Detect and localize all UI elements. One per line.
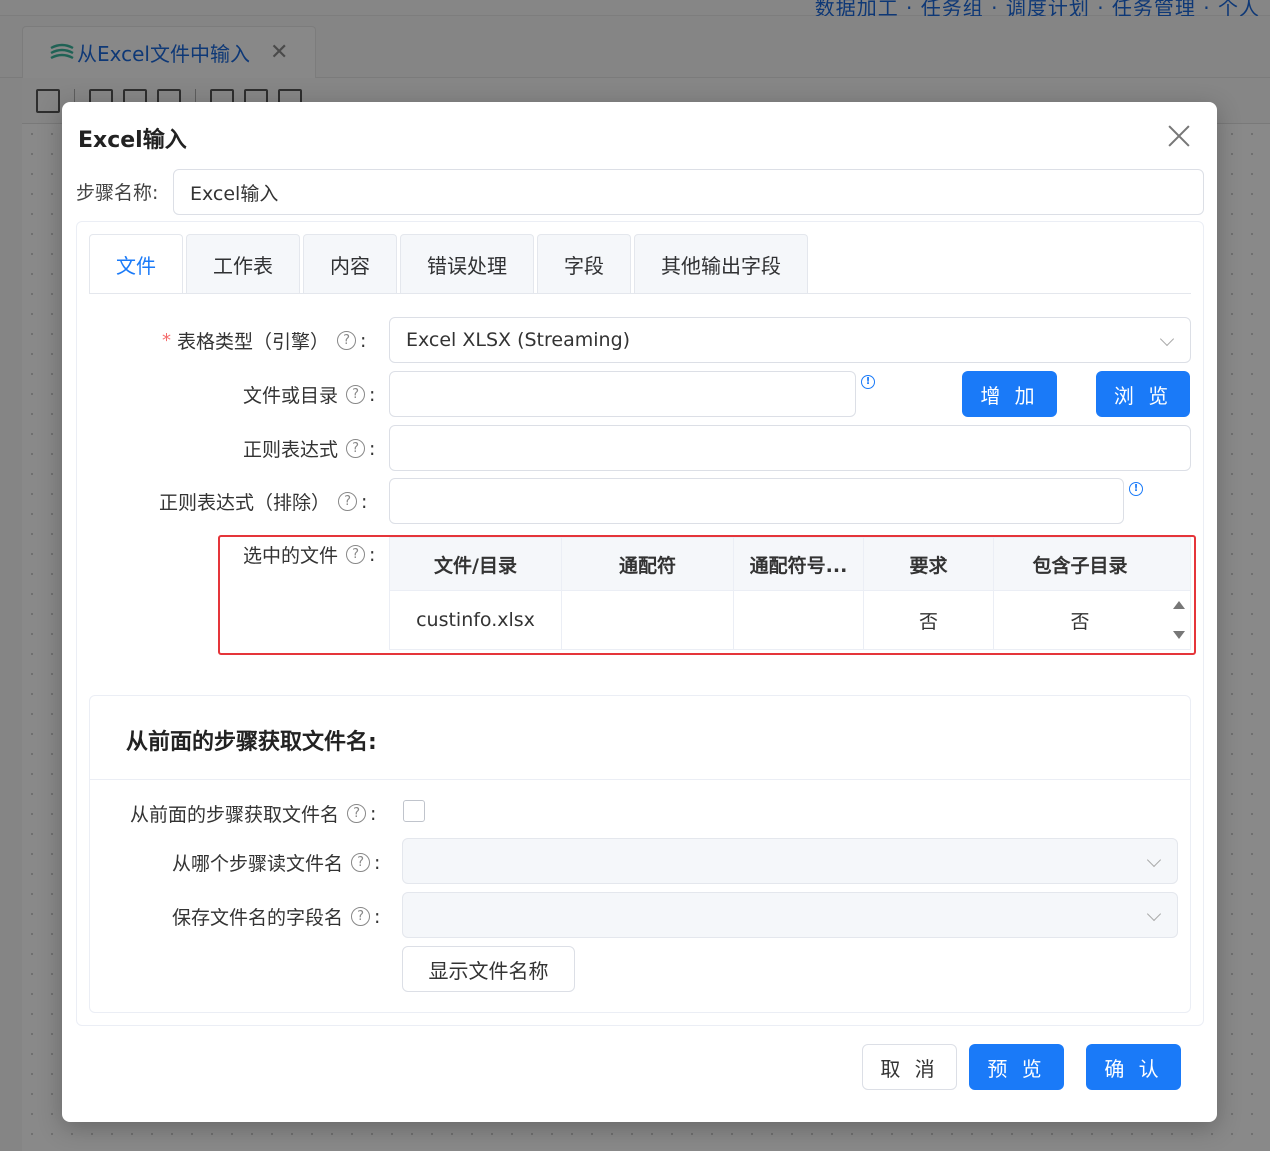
tab-file[interactable]: 文件 xyxy=(89,234,183,294)
table-cell[interactable]: 否 xyxy=(864,591,994,649)
tab-error-handling[interactable]: 错误处理 xyxy=(400,234,534,294)
label-colon: : xyxy=(360,329,367,352)
label-colon: : xyxy=(369,383,376,406)
selected-files-table: 文件/目录 通配符 通配符号... 要求 包含子目录 custinfo.xlsx… xyxy=(389,537,1191,650)
step-read-select[interactable] xyxy=(402,838,1178,884)
step-name-label: 步骤名称: xyxy=(76,182,159,204)
label-colon: : xyxy=(374,851,381,874)
scroll-down-icon[interactable] xyxy=(1173,631,1185,639)
label-colon: : xyxy=(369,543,376,566)
required-asterisk: * xyxy=(162,330,171,351)
label-colon: : xyxy=(369,437,376,460)
file-or-dir-label-row: 文件或目录 ?: xyxy=(243,381,375,408)
show-filenames-button[interactable]: 显示文件名称 xyxy=(402,946,575,992)
file-or-dir-label: 文件或目录 xyxy=(243,385,339,407)
tab-worksheet[interactable]: 工作表 xyxy=(186,234,300,294)
cancel-button[interactable]: 取 消 xyxy=(862,1044,957,1090)
add-button[interactable]: 增 加 xyxy=(962,371,1057,417)
regex-input[interactable] xyxy=(389,425,1191,471)
selected-files-label: 选中的文件 xyxy=(243,545,339,567)
prev-step-title: 从前面的步骤获取文件名: xyxy=(126,730,377,755)
accept-filenames-checkbox[interactable] xyxy=(403,800,425,822)
table-header-cell[interactable]: 文件/目录 xyxy=(390,538,562,590)
info-icon[interactable]: ! xyxy=(1129,482,1143,496)
selected-files-label-row: 选中的文件 ?: xyxy=(243,541,375,568)
regex-label: 正则表达式 xyxy=(243,439,339,461)
help-icon[interactable]: ? xyxy=(351,907,371,926)
close-icon[interactable] xyxy=(1167,124,1191,148)
dialog-title: Excel输入 xyxy=(78,128,187,153)
browse-button[interactable]: 浏 览 xyxy=(1096,371,1190,417)
table-row[interactable]: custinfo.xlsx 否 否 xyxy=(390,591,1190,649)
preview-button[interactable]: 预 览 xyxy=(969,1044,1064,1090)
regex-exclude-label: 正则表达式（排除） xyxy=(159,492,331,514)
field-name-select[interactable] xyxy=(402,892,1178,938)
help-icon[interactable]: ? xyxy=(338,492,358,511)
field-name-label-row: 保存文件名的字段名 ?: xyxy=(172,903,380,930)
table-header-cell[interactable]: 通配符号... xyxy=(734,538,864,590)
field-name-label: 保存文件名的字段名 xyxy=(172,907,344,929)
help-icon[interactable]: ? xyxy=(347,804,367,823)
label-colon: : xyxy=(374,905,381,928)
step-read-label-row: 从哪个步骤读文件名 ?: xyxy=(172,849,380,876)
regex-label-row: 正则表达式 ?: xyxy=(243,435,375,462)
step-name-input[interactable] xyxy=(173,169,1204,215)
table-cell[interactable]: custinfo.xlsx xyxy=(390,591,562,649)
table-cell[interactable]: 否 xyxy=(994,591,1166,649)
ok-button[interactable]: 确 认 xyxy=(1086,1044,1181,1090)
table-header-cell[interactable]: 通配符 xyxy=(562,538,734,590)
table-header-row: 文件/目录 通配符 通配符号... 要求 包含子目录 xyxy=(390,538,1190,591)
chevron-down-icon xyxy=(1146,852,1162,868)
regex-exclude-label-row: 正则表达式（排除） ?: xyxy=(159,488,367,515)
chevron-down-icon xyxy=(1159,331,1175,347)
excel-input-dialog: Excel输入 步骤名称: 文件 工作表 内容 错误处理 字段 其他输出字段 *… xyxy=(62,102,1217,1122)
tab-list: 文件 工作表 内容 错误处理 字段 其他输出字段 xyxy=(89,234,808,294)
step-read-label: 从哪个步骤读文件名 xyxy=(172,853,344,875)
label-colon: : xyxy=(361,490,368,513)
table-header-cell[interactable]: 包含子目录 xyxy=(994,538,1166,590)
accept-filenames-label-row: 从前面的步骤获取文件名 ?: xyxy=(130,800,376,827)
table-type-label-row: * 表格类型（引擎） ?: xyxy=(162,327,366,354)
help-icon[interactable]: ? xyxy=(346,439,366,458)
tab-content[interactable]: 内容 xyxy=(303,234,397,294)
card-divider xyxy=(90,779,1190,780)
accept-filenames-label: 从前面的步骤获取文件名 xyxy=(130,804,340,826)
help-icon[interactable]: ? xyxy=(337,331,357,350)
label-colon: : xyxy=(370,802,377,825)
table-type-select[interactable]: Excel XLSX (Streaming) xyxy=(389,317,1191,363)
tabs-divider xyxy=(89,293,1191,294)
help-icon[interactable]: ? xyxy=(346,385,366,404)
file-or-dir-input[interactable] xyxy=(389,371,856,417)
help-icon[interactable]: ? xyxy=(351,853,371,872)
tab-other-output-fields[interactable]: 其他输出字段 xyxy=(634,234,808,294)
scroll-up-icon[interactable] xyxy=(1173,601,1185,609)
help-icon[interactable]: ? xyxy=(346,545,366,564)
tab-fields[interactable]: 字段 xyxy=(537,234,631,294)
info-icon[interactable]: ! xyxy=(861,375,875,389)
table-type-label: 表格类型（引擎） xyxy=(177,331,330,353)
table-header-cell[interactable]: 要求 xyxy=(864,538,994,590)
table-scrollbar[interactable] xyxy=(1168,591,1190,649)
table-cell[interactable] xyxy=(734,591,864,649)
table-type-value: Excel XLSX (Streaming) xyxy=(406,329,631,351)
regex-exclude-input[interactable] xyxy=(389,478,1124,524)
table-cell[interactable] xyxy=(562,591,734,649)
chevron-down-icon xyxy=(1146,906,1162,922)
